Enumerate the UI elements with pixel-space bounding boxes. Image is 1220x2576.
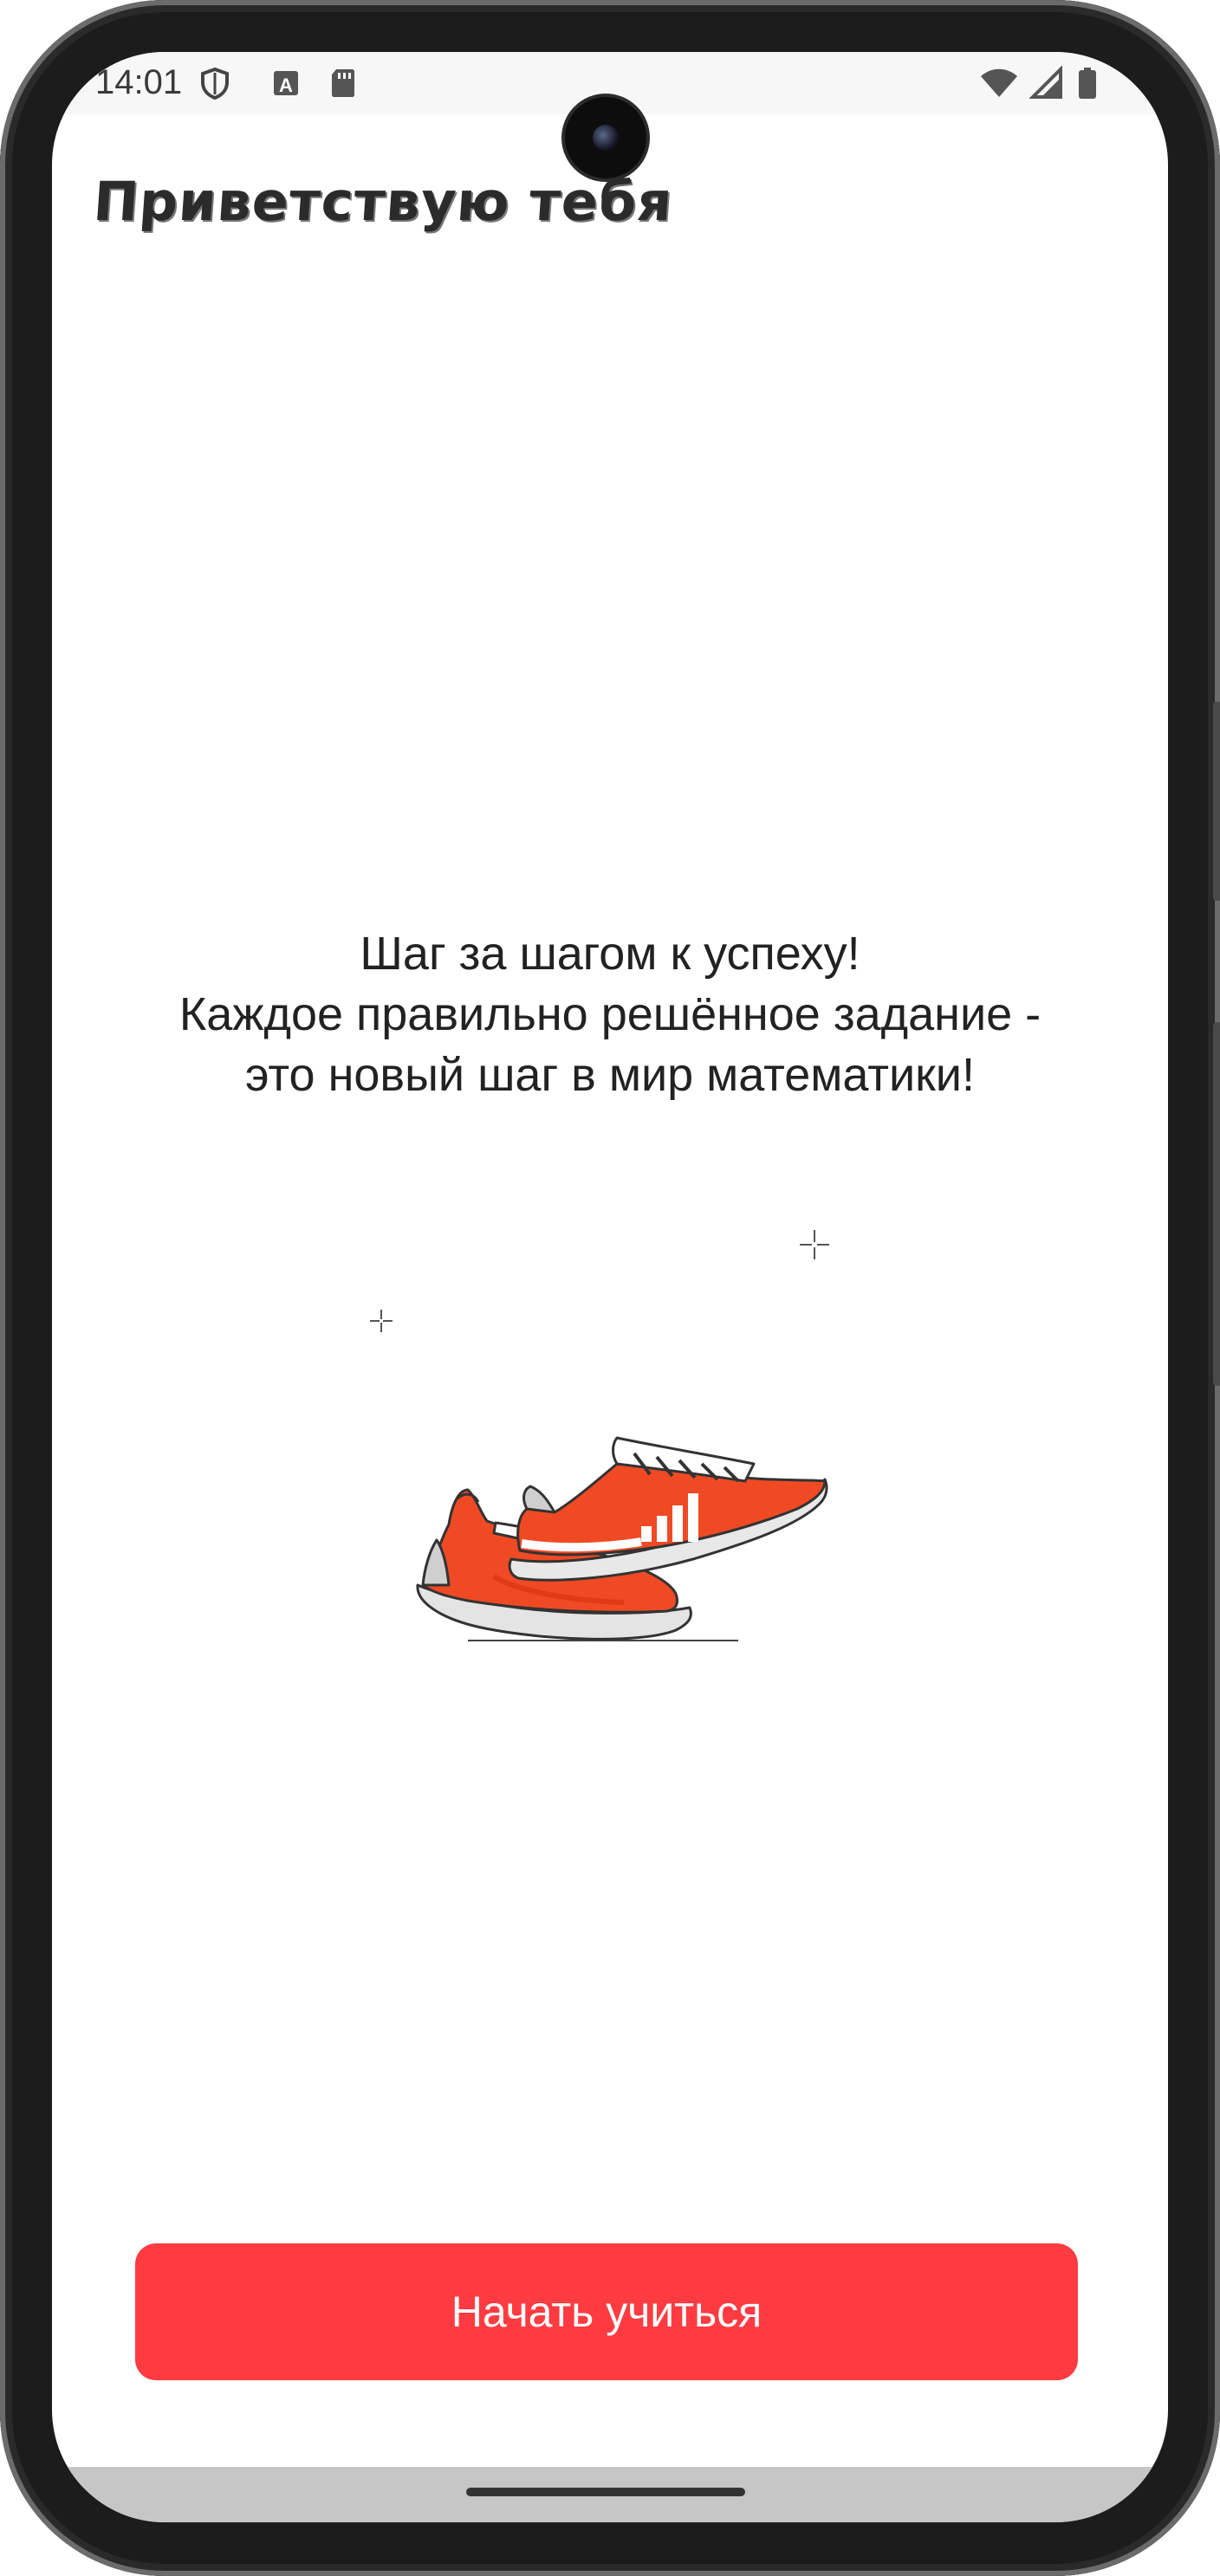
sparkle-icon [800,1230,829,1259]
front-camera [565,97,646,178]
status-time: 14:01 [95,63,183,101]
screen: 14:01 A Приветствую тебя Шаг за шагом к … [52,52,1168,2522]
home-gesture-handle[interactable] [466,2488,745,2496]
power-button [1213,1022,1220,1386]
svg-text:A: A [279,74,293,96]
greeting-title: Приветствую тебя [91,170,675,233]
motivation-line-1: Шаг за шагом к успеху! [360,928,860,980]
volume-button [1213,702,1220,901]
navigation-bar [52,2467,1168,2522]
battery-icon [1079,68,1096,99]
motivation-line-3: это новый шаг в мир математики! [245,1049,975,1101]
wifi-icon [981,68,1017,97]
shield-icon [201,67,229,100]
phone-frame: 14:01 A Приветствую тебя Шаг за шагом к … [0,0,1220,2576]
start-learning-button[interactable]: Начать учиться [135,2243,1078,2380]
sneakers-illustration [370,1230,829,1641]
motivation-line-2: Каждое правильно решённое задание - [178,988,1042,1040]
sd-card-icon [332,69,354,97]
signal-icon [1029,66,1062,99]
a-box-icon: A [274,71,298,96]
sparkle-icon [370,1310,393,1332]
motivation-text: Шаг за шагом к успеху! Каждое правильно … [52,923,1168,1105]
